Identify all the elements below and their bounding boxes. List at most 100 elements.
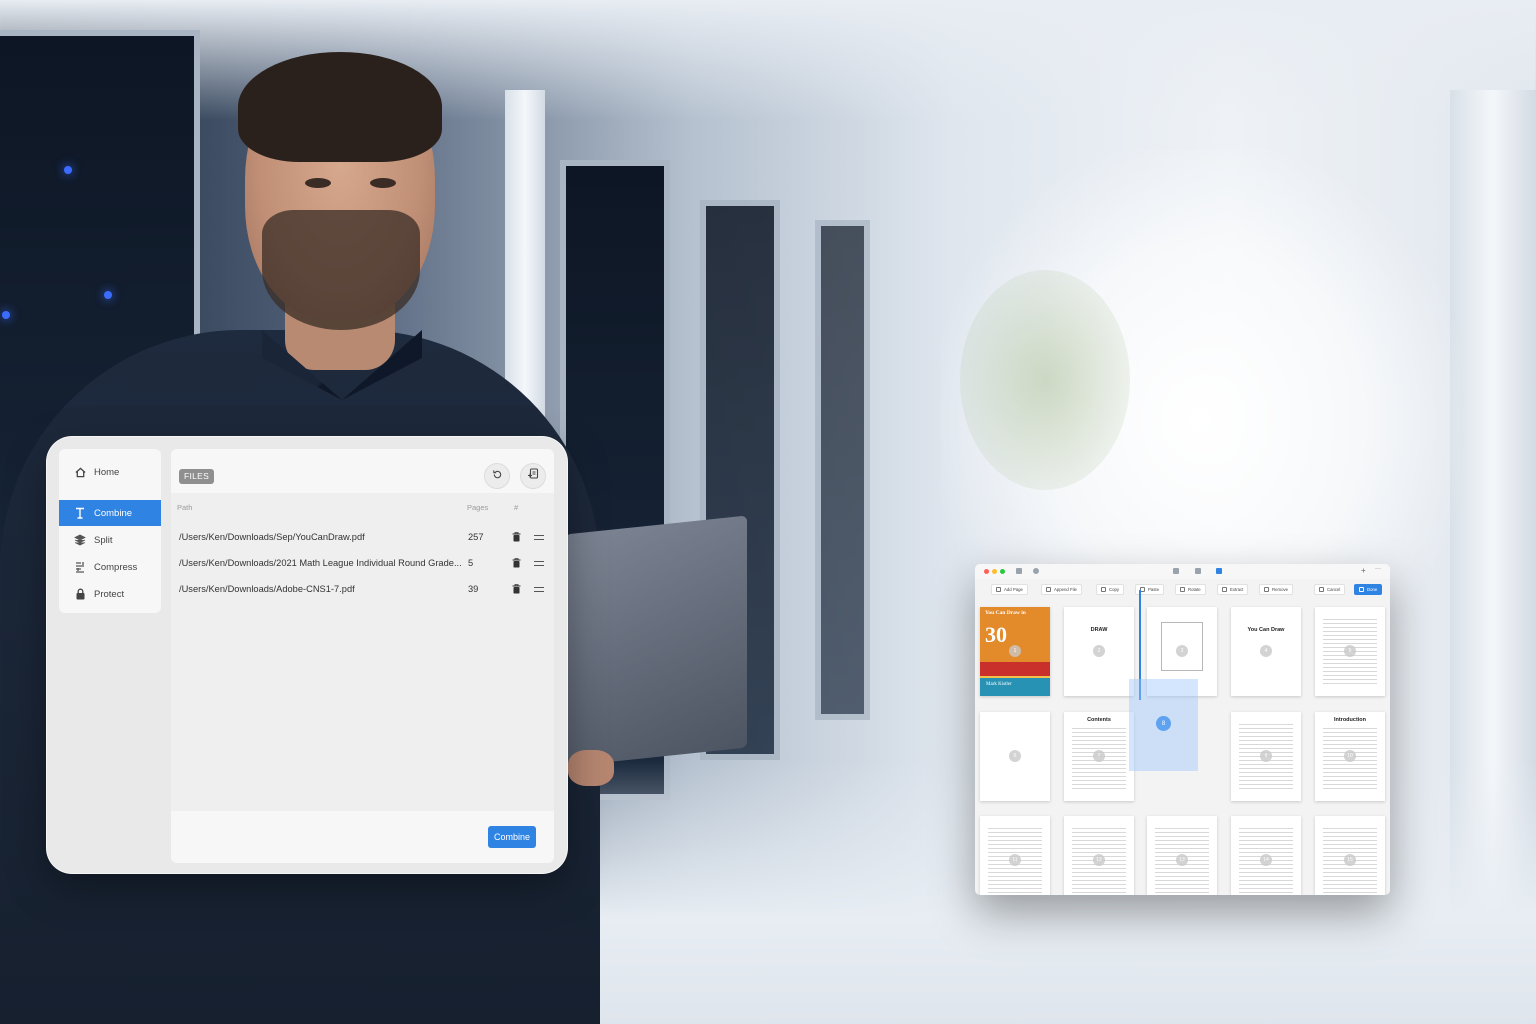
markup-icon[interactable] [1173, 568, 1179, 574]
page-title: Contents [1087, 717, 1111, 723]
sidebar: Home Combine Split Compress Protect [59, 449, 161, 613]
page-number: 11 [1009, 854, 1021, 866]
close-window-button[interactable] [984, 569, 989, 574]
copy-button[interactable]: Copy [1096, 584, 1125, 595]
table-row[interactable]: /Users/Ken/Downloads/Adobe-CNS1-7.pdf 39 [171, 577, 554, 603]
page-thumbnail[interactable]: You Can Draw 4 [1231, 607, 1301, 696]
sidebar-item-compress[interactable]: Compress [59, 554, 161, 580]
files-panel: FILES Path Pages # /Users/Ken/Downloads/… [171, 449, 554, 863]
sidebar-item-protect[interactable]: Protect [59, 581, 161, 607]
reset-button[interactable] [484, 463, 510, 489]
cancel-button[interactable]: Cancel [1314, 584, 1346, 595]
page-number: 1 [1009, 645, 1021, 657]
sidebar-toggle-icon[interactable] [1016, 568, 1022, 574]
page-thumbnail[interactable]: Introduction 10 [1315, 712, 1385, 801]
sidebar-item-combine[interactable]: Combine [59, 500, 161, 526]
append-file-button[interactable]: Append File [1041, 584, 1082, 595]
zoom-window-button[interactable] [1000, 569, 1005, 574]
extract-button[interactable]: Extract [1217, 584, 1249, 595]
cover-title: You Can Draw in [985, 610, 1026, 616]
drag-handle-icon[interactable] [534, 535, 544, 540]
page-thumbnail[interactable]: 13 [1147, 816, 1217, 895]
add-tab-icon[interactable]: + [1361, 567, 1367, 575]
hair [238, 52, 442, 162]
page-thumbnail[interactable]: DRAW 2 [1064, 607, 1134, 696]
drag-handle-icon[interactable] [534, 561, 544, 566]
tool-label: Rotate [1188, 587, 1201, 592]
page-thumbnail[interactable]: You Can Draw in 30 Mark Kistler 1 [980, 607, 1050, 696]
drag-handle-icon[interactable] [534, 587, 544, 592]
organize-icon[interactable] [1216, 568, 1222, 574]
page-thumbnail[interactable]: 5 [1315, 607, 1385, 696]
tool-label: Copy [1109, 587, 1120, 592]
sidebar-item-split[interactable]: Split [59, 527, 161, 553]
file-path: /Users/Ken/Downloads/Sep/YouCanDraw.pdf [179, 532, 365, 542]
add-page-button[interactable]: Add Page [991, 584, 1028, 595]
page-number: 10 [1344, 750, 1356, 762]
tool-label: Extract [1230, 587, 1244, 592]
view-icon[interactable] [1033, 568, 1039, 574]
title-bar: + ··· [975, 564, 1390, 579]
remove-button[interactable]: Remove [1259, 584, 1294, 595]
table-row[interactable]: /Users/Ken/Downloads/2021 Math League In… [171, 551, 554, 577]
file-path: /Users/Ken/Downloads/Adobe-CNS1-7.pdf [179, 584, 355, 594]
add-file-button[interactable] [520, 463, 546, 489]
page-number: 13 [1176, 854, 1188, 866]
trash-icon[interactable] [512, 558, 522, 569]
combine-button[interactable]: Combine [488, 826, 536, 848]
column-pages: Pages [467, 503, 489, 512]
page-number: 14 [1260, 854, 1272, 866]
share-icon[interactable] [1195, 568, 1201, 574]
add-document-icon [527, 467, 539, 485]
page-title: DRAW [1090, 627, 1108, 633]
page-count: 5 [468, 558, 474, 568]
page-thumbnail[interactable]: 11 [980, 816, 1050, 895]
page-thumbnail[interactable]: 14 [1231, 816, 1301, 895]
beard [262, 210, 420, 330]
close-icon [1319, 587, 1324, 592]
column-path: Path [177, 503, 193, 512]
table-row[interactable]: /Users/Ken/Downloads/Sep/YouCanDraw.pdf … [171, 525, 554, 551]
files-badge: FILES [179, 469, 215, 484]
cover-band [980, 662, 1050, 676]
sidebar-item-label: Combine [94, 507, 133, 519]
page-thumbnail[interactable]: 9 [1231, 712, 1301, 801]
column-extra: # [514, 503, 519, 512]
done-button[interactable]: Done [1354, 584, 1383, 595]
sidebar-item-label: Split [94, 534, 113, 546]
page-number: 4 [1260, 645, 1272, 657]
layers-icon [73, 533, 87, 547]
page-thumbnail[interactable]: Contents 7 [1064, 712, 1134, 801]
sidebar-item-label: Home [94, 466, 120, 478]
dragged-page[interactable]: 8 [1129, 679, 1198, 771]
page-thumbnail[interactable]: 6 [980, 712, 1050, 801]
tool-label: Cancel [1327, 587, 1341, 592]
tool-label: Add Page [1004, 587, 1023, 592]
cover-author: Mark Kistler [986, 682, 1012, 687]
page-thumbnail[interactable]: 15 [1315, 816, 1385, 895]
rotate-icon [1180, 587, 1185, 592]
sidebar-item-label: Compress [94, 561, 138, 573]
page-thumbnail[interactable]: 12 [1064, 816, 1134, 895]
trash-icon[interactable] [512, 584, 522, 595]
minimize-window-button[interactable] [992, 569, 997, 574]
page-number: 3 [1176, 645, 1188, 657]
add-page-icon [996, 587, 1001, 592]
rotate-button[interactable]: Rotate [1175, 584, 1206, 595]
page-number: 15 [1344, 854, 1356, 866]
combine-app-window: Home Combine Split Compress Protect FILE… [46, 436, 568, 874]
page-organizer-window: + ··· Add Page Append File Copy Paste Ro… [975, 564, 1390, 895]
trash-icon[interactable] [512, 532, 522, 543]
tree-blur [960, 270, 1130, 490]
tool-label: Paste [1148, 587, 1159, 592]
hand [568, 750, 614, 786]
more-icon[interactable]: ··· [1375, 566, 1381, 574]
trash-icon [1264, 587, 1269, 592]
files-header: FILES [171, 449, 554, 493]
organizer-toolbar: Add Page Append File Copy Paste Rotate E… [975, 581, 1390, 597]
file-path: /Users/Ken/Downloads/2021 Math League In… [179, 558, 462, 568]
home-icon [73, 465, 87, 479]
tool-label: Done [1367, 587, 1378, 592]
server-rack [815, 220, 870, 720]
sidebar-item-home[interactable]: Home [59, 459, 161, 485]
